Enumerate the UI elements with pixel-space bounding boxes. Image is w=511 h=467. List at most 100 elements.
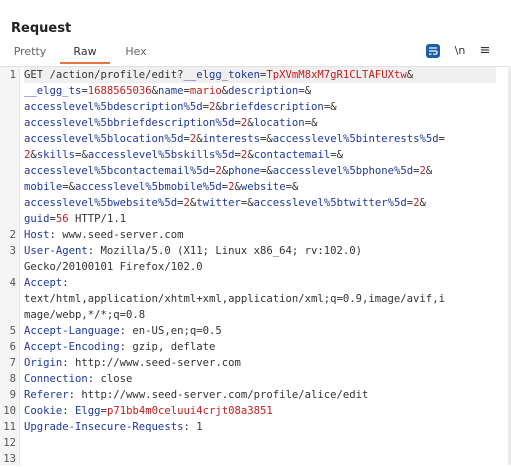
line-number: 8	[9, 373, 16, 385]
plain-text: : gzip, deflate	[119, 341, 216, 353]
code-line: mage/webp,*/*;q=0.8	[0, 307, 511, 323]
plain-text: :	[62, 405, 76, 417]
param-name: contactemail	[253, 149, 331, 161]
plain-text: =&	[330, 149, 344, 161]
code-line: 12	[0, 435, 511, 451]
code-line: 6 Accept-Encoding: gzip, deflate	[0, 339, 511, 355]
code-line: 3 User-Agent: Mozilla/5.0 (X11; Linux x86…	[0, 243, 511, 259]
line-text: accesslevel%5bbriefdescription%5d=2&loca…	[24, 115, 496, 131]
param-name: location	[253, 117, 305, 129]
line-text: accesslevel%5bdescription%5d=2&briefdesc…	[24, 99, 496, 115]
code-line: 4 Accept:	[0, 275, 511, 291]
line-text: Cookie: Elgg=p71bb4m0celuui4crjt08a3851	[24, 403, 496, 419]
code-line: 11 Upgrade-Insecure-Requests: 1	[0, 419, 511, 435]
header-name: Origin	[24, 357, 63, 369]
code-line: 5 Accept-Language: en-US,en;q=0.5	[0, 323, 511, 339]
param-name: accesslevel%5binterests%5d	[272, 133, 439, 145]
param-name: __elgg_ts	[24, 85, 82, 97]
plain-text: &	[419, 197, 426, 209]
plain-text: : close	[87, 373, 133, 385]
plain-text: =&	[323, 101, 337, 113]
line-text: Upgrade-Insecure-Requests: 1	[24, 419, 496, 435]
header-name: Cookie	[24, 405, 63, 417]
code-line: accesslevel%5bcontactemail%5d=2&phone=&a…	[0, 163, 511, 179]
line-number: 4	[9, 277, 16, 289]
line-text: GET /action/profile/edit?__elgg_token=Tp…	[24, 67, 496, 83]
wrap-lines-icon	[429, 47, 438, 55]
menu-icon[interactable]: ≡	[477, 42, 493, 60]
header-name: Accept	[24, 277, 63, 289]
param-name: accesslevel%5btwitter%5d	[253, 197, 407, 209]
panel-title: Request	[11, 21, 72, 36]
plain-text: : www.seed-server.com	[49, 229, 184, 241]
line-number: 9	[9, 389, 16, 401]
plain-text: =&	[62, 181, 76, 193]
code-line: 10 Cookie: Elgg=p71bb4m0celuui4crjt08a385…	[0, 403, 511, 419]
param-name: __elgg_token	[183, 69, 260, 81]
line-text: Accept:	[24, 275, 496, 291]
param-name: interests	[202, 133, 261, 145]
plain-text: :	[62, 277, 69, 289]
plain-text: : Mozilla/5.0 (X11; Linux x86_64; rv:102…	[87, 245, 363, 257]
header-name: Connection	[24, 373, 88, 385]
param-name: accesslevel%5blocation%5d	[24, 133, 184, 145]
line-text: Origin: http://www.seed-server.com	[24, 355, 496, 371]
plain-text: : 1	[183, 421, 203, 433]
wrap-lines-button[interactable]	[426, 44, 440, 58]
line-number: 11	[3, 421, 16, 433]
code-line: 8 Connection: close	[0, 371, 511, 387]
plain-text: =&	[285, 181, 299, 193]
param-value: p71bb4m0celuui4crjt08a3851	[106, 405, 273, 417]
param-value: 1688565036	[87, 85, 152, 97]
code-line: accesslevel%5bwebsite%5d=2&twitter=&acce…	[0, 195, 511, 211]
plain-text: : http://www.seed-server.com/profile/ali…	[68, 389, 369, 401]
plain-text: text/html,application/xhtml+xml,applicat…	[24, 293, 445, 305]
plain-text: : en-US,en;q=0.5	[119, 325, 222, 337]
param-name: Elgg	[75, 405, 101, 417]
plain-text: HTTP/1.1	[68, 213, 127, 225]
line-number: 5	[9, 325, 16, 337]
param-name: accesslevel%5bphone%5d	[272, 165, 414, 177]
line-number: 7	[9, 357, 16, 369]
param-name: twitter	[196, 197, 241, 209]
param-value: mario	[189, 85, 222, 97]
line-text: accesslevel%5bwebsite%5d=2&twitter=&acce…	[24, 195, 496, 211]
raw-editor[interactable]: 1 GET /action/profile/edit?__elgg_token=T…	[0, 66, 511, 466]
code-line: 2&skills=&accesslevel%5bskills%5d=2&cont…	[0, 147, 511, 163]
line-number: 1	[9, 69, 16, 81]
line-text: Connection: close	[24, 371, 496, 387]
line-text: Gecko/20100101 Firefox/102.0	[24, 259, 496, 275]
param-name: accesslevel%5bbriefdescription%5d	[24, 117, 235, 129]
code-line: accesslevel%5bdescription%5d=2&briefdesc…	[0, 99, 511, 115]
plain-text: mage/webp,*/*;q=0.8	[24, 309, 146, 321]
plain-text: &	[406, 69, 414, 81]
code-line: text/html,application/xhtml+xml,applicat…	[0, 291, 511, 307]
header-name: Accept-Encoding	[24, 341, 120, 353]
line-number: 10	[3, 405, 16, 417]
code-line: 1 GET /action/profile/edit?__elgg_token=T…	[0, 67, 511, 83]
param-name: description	[228, 85, 299, 97]
plain-text: GET /action/profile/edit?	[24, 69, 184, 81]
line-text: Accept-Encoding: gzip, deflate	[24, 339, 496, 355]
plain-text: =&	[75, 149, 88, 161]
tab-pretty[interactable]: Pretty	[12, 42, 48, 62]
line-text: Referer: http://www.seed-server.com/prof…	[24, 387, 496, 403]
line-number: 6	[9, 341, 16, 353]
code-line: mobile=&accesslevel%5bmobile%5d=2&websit…	[0, 179, 511, 195]
header-name: Referer	[24, 389, 69, 401]
show-newlines-button[interactable]: \n	[452, 42, 468, 60]
editor-lines: 1 GET /action/profile/edit?__elgg_token=T…	[0, 67, 511, 467]
tab-raw[interactable]: Raw	[60, 42, 110, 64]
header-name: User-Agent	[24, 245, 88, 257]
line-number: 3	[9, 245, 16, 257]
line-text: guid=56 HTTP/1.1	[24, 211, 496, 227]
plain-text: Gecko/20100101 Firefox/102.0	[24, 261, 203, 273]
tab-hex[interactable]: Hex	[118, 42, 154, 62]
param-name: accesslevel%5bwebsite%5d	[24, 197, 178, 209]
plain-text: =&	[240, 197, 254, 209]
request-panel: Request Pretty Raw Hex \n ≡ 1 GET /action…	[0, 0, 511, 466]
line-text: accesslevel%5bcontactemail%5d=2&phone=&a…	[24, 163, 496, 179]
code-line: 2 Host: www.seed-server.com	[0, 227, 511, 243]
line-text: mobile=&accesslevel%5bmobile%5d=2&websit…	[24, 179, 496, 195]
code-line: accesslevel%5bbriefdescription%5d=2&loca…	[0, 115, 511, 131]
